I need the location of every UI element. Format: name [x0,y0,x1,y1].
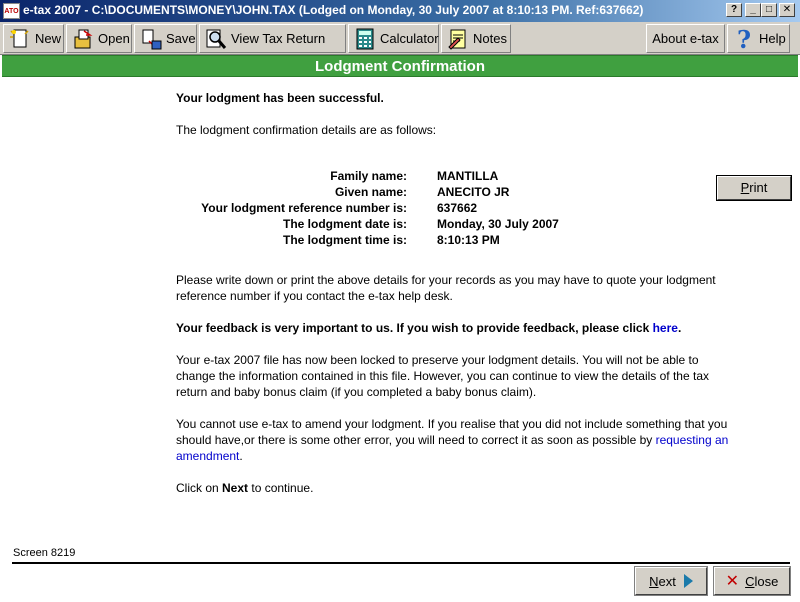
detail-row: The lodgment time is: 8:10:13 PM [176,232,559,248]
detail-row: Family name: MANTILLA [176,168,559,184]
calculator-button[interactable]: Calculator [348,24,439,53]
confirmation-body: Please write down or print the above det… [176,272,736,512]
notes-label: Notes [473,31,507,46]
svg-text:?: ? [737,27,751,51]
footer-divider [12,562,790,564]
lodgment-time-value: 8:10:13 PM [437,233,500,247]
question-mark-icon: ? [732,25,756,54]
about-etax-button[interactable]: About e-tax [646,24,725,53]
lodgment-date-label: The lodgment date is: [282,217,407,231]
close-x-icon: ✕ [725,573,740,590]
save-label: Save [166,31,196,46]
reference-number-value: 637662 [437,201,478,215]
amend-period: . [239,449,243,463]
feedback-message: Your feedback is very important to us. I… [176,320,736,336]
open-button[interactable]: Open [66,24,132,53]
view-tax-return-button[interactable]: View Tax Return [199,24,346,53]
given-name-value: ANECITO JR [437,185,510,199]
feedback-period: . [677,321,682,335]
lodgment-date-value: Monday, 30 July 2007 [437,217,559,231]
continue-pre: Click on [176,481,223,495]
notes-icon [446,27,470,51]
success-message: Your lodgment has been successful. [176,91,384,105]
title-bar: ATO e-tax 2007 - C:\DOCUMENTS\MONEY\JOHN… [0,0,800,22]
view-tax-return-label: View Tax Return [231,31,326,46]
continue-next-word: Next [222,481,249,495]
calculator-label: Calculator [380,31,439,46]
continue-message: Click on Next to continue. [176,480,736,496]
file-locked-message: Your e-tax 2007 file has now been locked… [176,353,709,399]
about-etax-label: About e-tax [652,31,719,46]
ato-app-icon[interactable]: ATO [3,3,20,19]
close-label: Close [745,573,779,589]
new-button[interactable]: New [3,24,64,53]
feedback-here-link[interactable]: here [653,321,678,335]
maximize-button[interactable]: □ [761,3,777,17]
print-button[interactable]: Print [716,175,792,201]
continue-post: to continue. [248,481,314,495]
next-arrow-icon [683,574,693,588]
feedback-text: Your feedback is very important to us. I… [176,321,653,335]
help-button[interactable]: ? Help [727,24,790,54]
screen-id: Screen 8219 [13,547,76,559]
detail-row: Given name: ANECITO JR [176,184,559,200]
notes-button[interactable]: Notes [441,24,511,53]
confirmation-intro: Your lodgment has been successful. The l… [176,90,736,154]
open-label: Open [98,31,130,46]
close-window-button[interactable]: ✕ [779,3,795,17]
amend-text: You cannot use e-tax to amend your lodgm… [176,417,728,447]
lodgment-time-label: The lodgment time is: [282,233,407,247]
close-button[interactable]: ✕ Close [713,566,791,596]
new-document-icon [8,27,32,51]
lodgment-details: Family name: MANTILLA Given name: ANECIT… [176,168,559,248]
family-name-value: MANTILLA [437,169,499,183]
detail-row: The lodgment date is: Monday, 30 July 20… [176,216,559,232]
minimize-button[interactable]: _ [745,3,761,17]
calculator-icon [353,27,377,51]
help-title-button[interactable]: ? [726,3,742,17]
next-label: Next [649,573,676,589]
magnifier-document-icon [204,27,228,51]
details-intro: The lodgment confirmation details are as… [176,123,437,137]
toolbar: New Open Save View Tax Return Calculator… [0,22,800,55]
family-name-label: Family name: [330,169,407,183]
given-name-label: Given name: [334,185,407,199]
page-title: Lodgment Confirmation [2,55,798,77]
new-label: New [35,31,62,46]
amend-message: You cannot use e-tax to amend your lodgm… [176,416,736,464]
write-down-message: Please write down or print the above det… [176,273,716,303]
next-button[interactable]: Next [634,566,708,596]
save-button[interactable]: Save [134,24,197,53]
window-title: e-tax 2007 - C:\DOCUMENTS\MONEY\JOHN.TAX… [23,3,644,17]
reference-number-label: Your lodgment reference number is: [201,201,407,215]
detail-row: Your lodgment reference number is: 63766… [176,200,559,216]
help-label: Help [759,31,786,46]
save-icon [139,27,163,51]
open-folder-icon [71,27,95,51]
